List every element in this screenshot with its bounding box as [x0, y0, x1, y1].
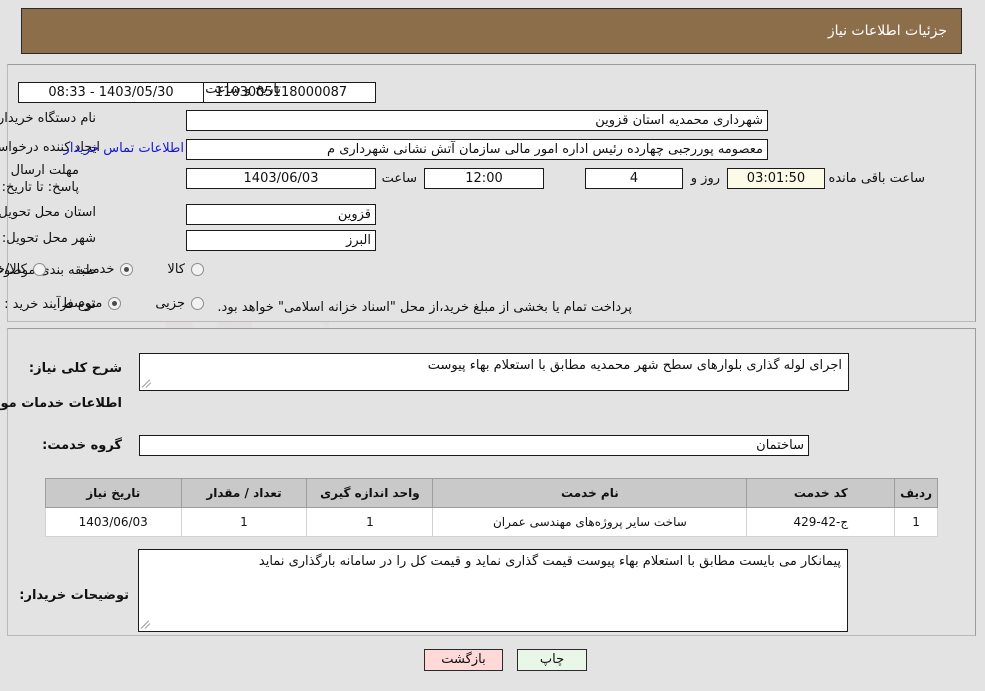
resize-grip-icon[interactable]	[142, 378, 153, 388]
col-unit: واحد اندازه گیری	[307, 478, 435, 508]
need-description-textarea[interactable]: اجرای لوله گذاری بلوارهای سطح شهر محمدیه…	[140, 353, 850, 391]
cell-index: 1	[895, 507, 939, 537]
col-name: نام خدمت	[433, 478, 749, 508]
radio-jozei-icon[interactable]	[192, 297, 205, 310]
need-description-value: اجرای لوله گذاری بلوارهای سطح شهر محمدیه…	[428, 358, 843, 373]
days-unit-label: روز و	[691, 171, 721, 186]
service-group-value: ساختمان	[140, 435, 810, 456]
need-description-label: شرح کلی نیاز:	[29, 361, 123, 376]
category-option-kala-khedmat[interactable]: کالا/خدمت	[0, 262, 47, 277]
cell-name: ساخت سایر پروژه‌های مهندسی عمران	[433, 507, 749, 537]
city-label: شهر محل تحویل:	[2, 231, 97, 246]
cell-unit: 1	[307, 507, 435, 537]
countdown-value: 03:01:50	[728, 168, 826, 189]
col-index: ردیف	[895, 478, 939, 508]
city-value: البرز	[187, 230, 377, 251]
cell-need-date: 1403/06/03	[46, 507, 183, 537]
table-row[interactable]: 1 ج-42-429 ساخت سایر پروژه‌های مهندسی عم…	[46, 507, 939, 537]
page-title: جزئیات اطلاعات نیاز	[828, 23, 948, 39]
deadline-date-value: 1403/06/03	[187, 168, 377, 189]
table-header-row: ردیف کد خدمت نام خدمت واحد اندازه گیری ت…	[46, 478, 939, 508]
payment-note: پرداخت تمام یا بخشی از مبلغ خرید،از محل …	[218, 300, 633, 315]
process-radio-group: جزیی متوسط	[62, 296, 205, 311]
creator-value: معصومه پوررجبی چهارده رئیس اداره امور ما…	[187, 139, 769, 160]
deadline-hour-value: 12:00	[425, 168, 545, 189]
radio-kala-khedmat-icon[interactable]	[33, 263, 47, 276]
resize-grip-icon-notes[interactable]	[141, 619, 152, 629]
category-option-kala[interactable]: کالا	[168, 262, 205, 277]
countdown-unit-label: ساعت باقی مانده	[829, 171, 926, 186]
service-group-label: گروه خدمت:	[43, 438, 123, 453]
buyer-contact-link[interactable]: اطلاعات تماس خریدار	[65, 141, 185, 156]
deadline-label: مهلت ارسال پاسخ: تا تاریخ:	[2, 163, 80, 195]
buyer-org-label: نام دستگاه خریدار:	[0, 111, 97, 126]
process-option-jozei[interactable]: جزیی	[156, 296, 205, 311]
days-remaining-value: 4	[586, 168, 684, 189]
col-need-date: تاریخ نیاز	[46, 478, 183, 508]
services-section-heading: اطلاعات خدمات مورد نیاز	[0, 396, 123, 411]
province-value: قزوین	[187, 204, 377, 225]
page-header: جزئیات اطلاعات نیاز	[22, 8, 963, 54]
buyer-notes-value: پیمانکار می بایست مطابق با استعلام بهاء …	[259, 554, 842, 569]
services-table: ردیف کد خدمت نام خدمت واحد اندازه گیری ت…	[46, 478, 939, 537]
radio-motevaset-icon[interactable]	[109, 297, 123, 310]
print-button[interactable]: چاپ	[518, 649, 588, 671]
deadline-hour-label: ساعت	[382, 171, 418, 186]
category-option-khedmat[interactable]: خدمت	[81, 262, 135, 277]
buyer-notes-label: توضیحات خریدار:	[20, 588, 130, 603]
cell-code: ج-42-429	[747, 507, 897, 537]
process-option-motevaset[interactable]: متوسط	[62, 296, 123, 311]
announce-datetime-value: 1403/05/30 - 08:33	[19, 82, 205, 103]
category-radio-group: کالا خدمت کالا/خدمت	[0, 262, 205, 277]
back-button[interactable]: بازگشت	[425, 649, 504, 671]
buyer-notes-textarea[interactable]: پیمانکار می بایست مطابق با استعلام بهاء …	[139, 549, 849, 632]
buyer-org-value: شهرداری محمدیه استان قزوین	[187, 110, 769, 131]
col-code: کد خدمت	[747, 478, 897, 508]
radio-khedmat-icon[interactable]	[121, 263, 135, 276]
province-label: استان محل تحویل:	[0, 205, 97, 220]
cell-quantity: 1	[181, 507, 309, 537]
radio-kala-icon[interactable]	[192, 263, 205, 276]
col-quantity: تعداد / مقدار	[181, 478, 309, 508]
